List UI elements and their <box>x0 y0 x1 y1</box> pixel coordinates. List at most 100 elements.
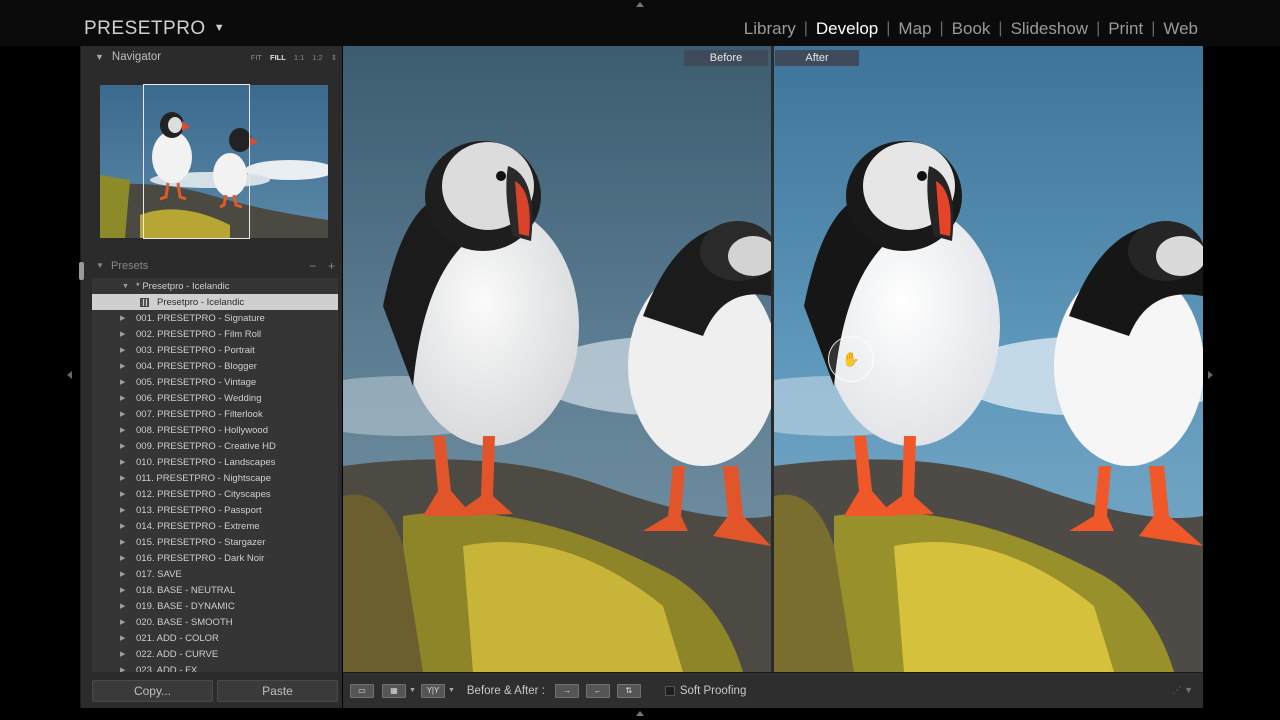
module-web[interactable]: Web <box>1155 19 1206 39</box>
folder-collapsed-icon: ▶ <box>120 395 126 402</box>
preset-folder[interactable]: ▶ 017. SAVE <box>92 566 338 582</box>
preset-folder-label: 012. PRESETPRO - Cityscapes <box>136 488 271 500</box>
collapse-top-panel-icon[interactable] <box>636 2 644 7</box>
zoom-1-1[interactable]: 1:1 <box>294 53 304 62</box>
folder-collapsed-icon: ▶ <box>120 315 126 322</box>
bottom-toolbar: ▭ ▦ ▼ Y|Y ▼ Before & After : → ← ⇅ Soft … <box>343 672 1203 708</box>
preset-folder[interactable]: ▶ 003. PRESETPRO - Portrait <box>92 342 338 358</box>
grid-view-icon[interactable]: ▦ <box>382 683 406 698</box>
folder-collapsed-icon: ▶ <box>120 331 126 338</box>
identity-plate[interactable]: PRESETPRO ▼ <box>84 18 225 40</box>
preset-folder[interactable]: ▶ 007. PRESETPRO - Filterlook <box>92 406 338 422</box>
preset-folder[interactable]: ▶ 015. PRESETPRO - Stargazer <box>92 534 338 550</box>
preset-folder-label: 002. PRESETPRO - Film Roll <box>136 328 262 340</box>
preset-folder-label: 010. PRESETPRO - Landscapes <box>136 456 276 468</box>
preset-folder[interactable]: ▶ 019. BASE - DYNAMIC <box>92 598 338 614</box>
preset-folder[interactable]: ▶ 021. ADD - COLOR <box>92 630 338 646</box>
paste-button[interactable]: Paste <box>217 680 338 702</box>
module-book[interactable]: Book <box>944 19 999 39</box>
preset-folder[interactable]: ▶ 014. PRESETPRO - Extreme <box>92 518 338 534</box>
copy-after-to-before-icon[interactable]: ← <box>585 683 610 698</box>
copy-button[interactable]: Copy... <box>92 680 213 702</box>
add-preset-icon[interactable]: + <box>328 259 335 273</box>
folder-collapsed-icon: ▶ <box>120 603 126 610</box>
preset-folder[interactable]: ▶ 001. PRESETPRO - Signature <box>92 310 338 326</box>
remove-preset-icon[interactable]: − <box>309 259 316 273</box>
grid-view-caret-icon[interactable]: ▼ <box>409 687 416 694</box>
module-develop[interactable]: Develop <box>808 19 886 39</box>
navigator-header[interactable]: ▼ Navigator FIT FILL 1:1 1:2 ⇕ <box>81 46 343 68</box>
brand-caret-icon: ▼ <box>213 22 226 34</box>
preset-folder[interactable]: ▶ 008. PRESETPRO - Hollywood <box>92 422 338 438</box>
top-bar: PRESETPRO ▼ Library | Develop | Map | Boo… <box>0 0 1280 46</box>
preset-folder-label: 014. PRESETPRO - Extreme <box>136 520 260 532</box>
preset-folder-label: 007. PRESETPRO - Filterlook <box>136 408 263 420</box>
zoom-more-icon[interactable]: ⇕ <box>331 53 337 62</box>
folder-collapsed-icon: ▶ <box>120 491 126 498</box>
preset-folder[interactable]: ▶ 023. ADD - FX <box>92 662 338 673</box>
collapse-right-panel-icon[interactable] <box>1208 371 1213 379</box>
copy-before-to-after-icon[interactable]: → <box>554 683 579 698</box>
module-library[interactable]: Library <box>736 19 804 39</box>
preset-folder[interactable]: ▶ 018. BASE - NEUTRAL <box>92 582 338 598</box>
preset-folder-label: 009. PRESETPRO - Creative HD <box>136 440 276 452</box>
folder-collapsed-icon: ▶ <box>120 411 126 418</box>
preset-folder-label: * Presetpro - Icelandic <box>136 280 230 292</box>
presets-header[interactable]: ▼ Presets − + <box>81 259 343 274</box>
collapse-filmstrip-icon[interactable] <box>636 711 644 716</box>
preset-folder[interactable]: ▶ 006. PRESETPRO - Wedding <box>92 390 338 406</box>
hand-cursor-icon: ✋ <box>828 336 874 382</box>
preset-folder[interactable]: ▶ 002. PRESETPRO - Film Roll <box>92 326 338 342</box>
preset-folder-label: 019. BASE - DYNAMIC <box>136 600 235 612</box>
preset-folder[interactable]: ▶ 010. PRESETPRO - Landscapes <box>92 454 338 470</box>
before-pane[interactable]: Before <box>343 46 771 672</box>
preset-folder-label: 005. PRESETPRO - Vintage <box>136 376 257 388</box>
preset-folder[interactable]: ▶ 009. PRESETPRO - Creative HD <box>92 438 338 454</box>
left-panel: ▼ Navigator FIT FILL 1:1 1:2 ⇕ ▼ Presets… <box>79 46 343 708</box>
preset-folder-label: 006. PRESETPRO - Wedding <box>136 392 262 404</box>
preset-folder-label: 004. PRESETPRO - Blogger <box>136 360 257 372</box>
zoom-1-2[interactable]: 1:2 <box>312 53 322 62</box>
preset-folder[interactable]: ▶ 004. PRESETPRO - Blogger <box>92 358 338 374</box>
preset-item-selected[interactable]: Presetpro - Icelandic <box>92 294 338 310</box>
preset-folder[interactable]: ▶ 011. PRESETPRO - Nightscape <box>92 470 338 486</box>
soft-proofing-checkbox[interactable] <box>664 685 675 696</box>
preset-folder-label: 022. ADD - CURVE <box>136 648 219 660</box>
presets-collapse-icon[interactable]: ▼ <box>96 261 104 270</box>
preset-folder-label: 018. BASE - NEUTRAL <box>136 584 236 596</box>
folder-collapsed-icon: ▶ <box>120 555 126 562</box>
toolbar-options-icon[interactable]: ⋰ ▼ <box>1173 685 1193 696</box>
module-map[interactable]: Map <box>890 19 939 39</box>
preset-folder-open[interactable]: ▼ * Presetpro - Icelandic <box>92 278 338 294</box>
folder-collapsed-icon: ▶ <box>120 475 126 482</box>
preset-folder-label: 013. PRESETPRO - Passport <box>136 504 262 516</box>
preset-folder[interactable]: ▶ 013. PRESETPRO - Passport <box>92 502 338 518</box>
loupe-view-icon[interactable]: ▭ <box>350 683 374 698</box>
preset-folder[interactable]: ▶ 020. BASE - SMOOTH <box>92 614 338 630</box>
soft-proofing-label[interactable]: Soft Proofing <box>680 685 746 697</box>
preset-folder-label: 016. PRESETPRO - Dark Noir <box>136 552 265 564</box>
zoom-fit[interactable]: FIT <box>251 53 262 62</box>
preset-folder[interactable]: ▶ 005. PRESETPRO - Vintage <box>92 374 338 390</box>
folder-collapsed-icon: ▶ <box>120 651 126 658</box>
preset-folder[interactable]: ▶ 022. ADD - CURVE <box>92 646 338 662</box>
before-after-mode-caret-icon[interactable]: ▼ <box>448 687 455 694</box>
swap-before-after-icon[interactable]: ⇅ <box>616 683 641 698</box>
before-after-toggle[interactable]: Y|Y <box>420 683 445 698</box>
navigator-view-rectangle[interactable] <box>143 84 250 239</box>
folder-collapsed-icon: ▶ <box>120 459 126 466</box>
before-after-view[interactable]: Before After ✋ <box>343 46 1203 672</box>
preset-folder[interactable]: ▶ 012. PRESETPRO - Cityscapes <box>92 486 338 502</box>
module-slideshow[interactable]: Slideshow <box>1003 19 1097 39</box>
navigator-collapse-icon[interactable]: ▼ <box>95 52 104 62</box>
folder-collapsed-icon: ▶ <box>120 379 126 386</box>
collapse-left-panel-icon[interactable] <box>67 371 72 379</box>
folder-collapsed-icon: ▶ <box>120 635 126 642</box>
preset-folder[interactable]: ▶ 016. PRESETPRO - Dark Noir <box>92 550 338 566</box>
folder-collapsed-icon: ▶ <box>120 619 126 626</box>
before-after-label: Before & After : <box>466 684 545 697</box>
copy-paste-row: Copy... Paste <box>92 680 338 702</box>
navigator-zoom-options: FIT FILL 1:1 1:2 ⇕ <box>243 53 337 62</box>
module-print[interactable]: Print <box>1100 19 1151 39</box>
zoom-fill[interactable]: FILL <box>270 53 286 62</box>
